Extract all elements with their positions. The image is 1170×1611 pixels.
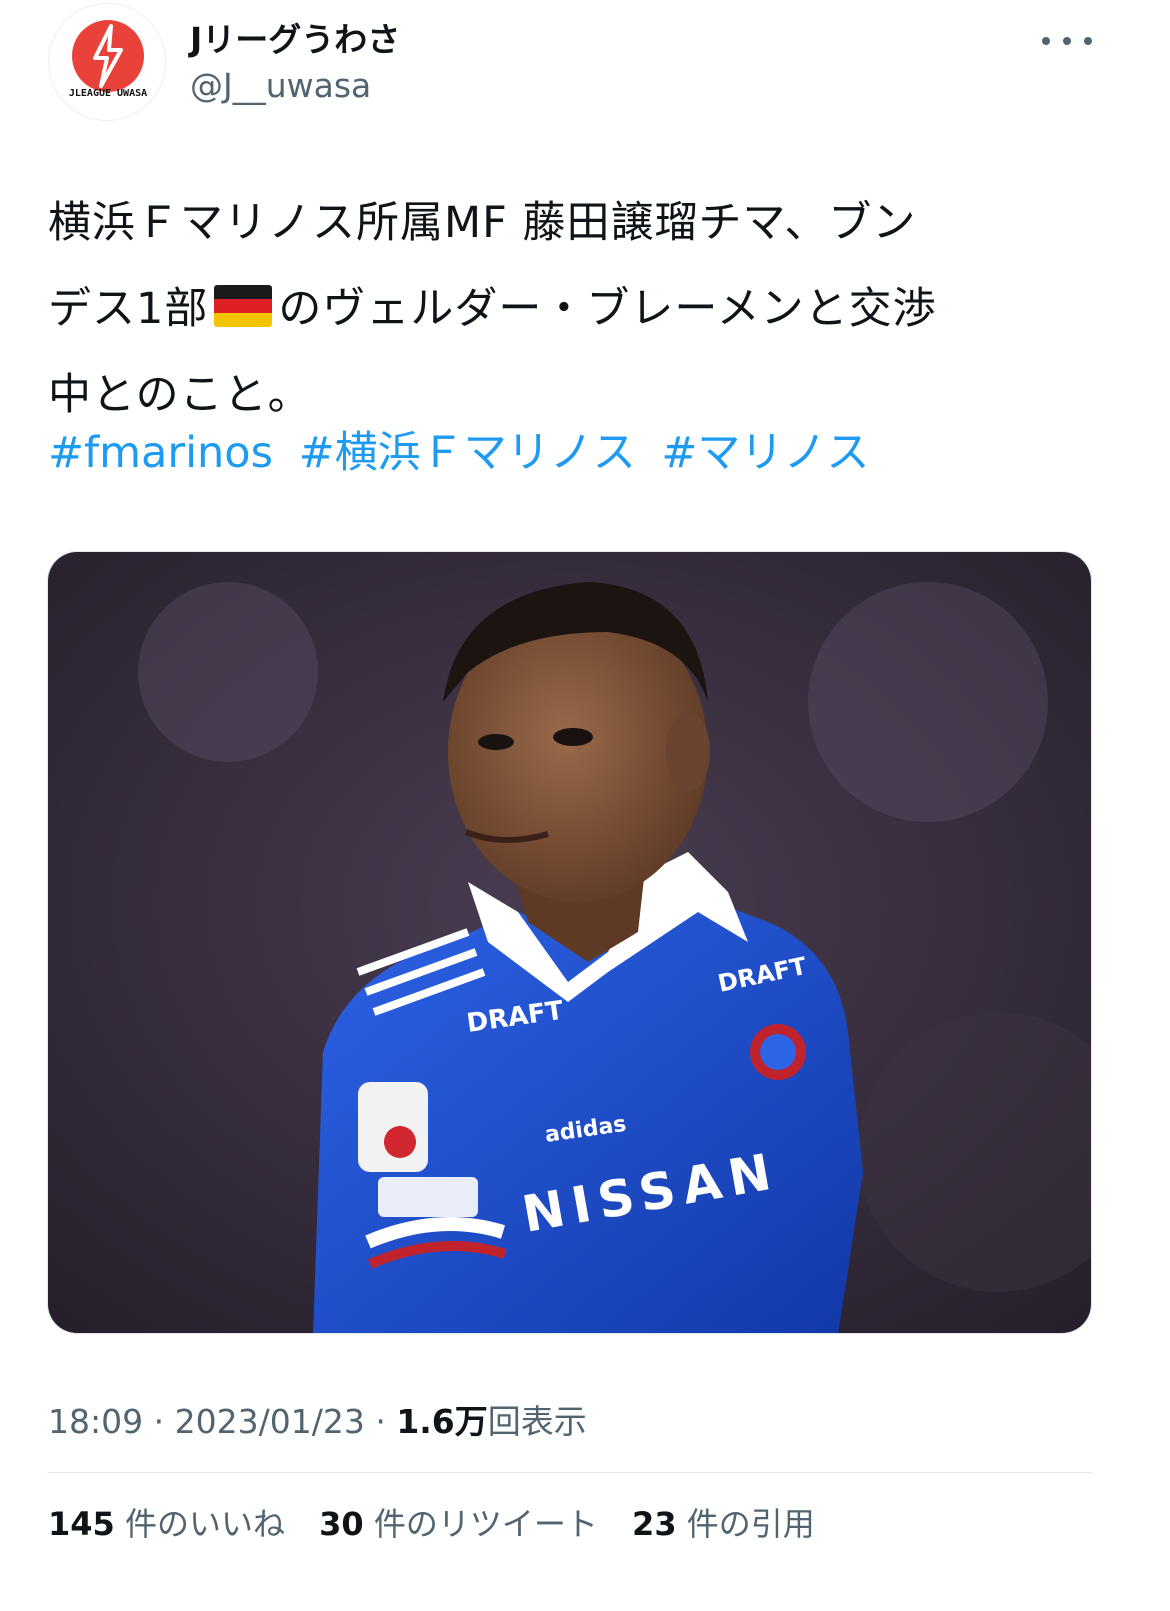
- tweet-date[interactable]: 2023/01/23: [175, 1402, 365, 1441]
- tweet-line-2a: デス1部: [48, 284, 209, 334]
- views-count: 1.6万: [396, 1402, 488, 1441]
- tweet-text: 横浜Ｆマリノス所属MF 藤田譲瑠チマ、ブン デス1部 のヴェルダー・ブレーメンと交…: [48, 180, 1108, 438]
- quotes-count: 23: [632, 1505, 677, 1543]
- display-name[interactable]: Jリーグうわさ: [190, 20, 400, 60]
- hashtag-yokohama-fmarinos[interactable]: #横浜Ｆマリノス: [299, 428, 636, 478]
- likes-count: 145: [48, 1505, 115, 1543]
- stat-retweets[interactable]: 30 件のリツイート: [319, 1505, 598, 1543]
- player-photo: DRAFT DRAFT adidas NISSAN: [48, 552, 1091, 1333]
- tweet-line-1: 横浜Ｆマリノス所属MF 藤田譲瑠チマ、ブン: [48, 198, 917, 248]
- hashtag-marinos[interactable]: #マリノス: [661, 428, 869, 478]
- more-horizontal-icon[interactable]: [1042, 26, 1092, 56]
- likes-label: 件のいいね: [124, 1505, 285, 1543]
- divider: [48, 1472, 1092, 1473]
- tweet-meta: 18:09 · 2023/01/23 · 1.6万回表示: [48, 1400, 587, 1444]
- meta-separator: ·: [375, 1402, 386, 1441]
- views-label: 回表示: [487, 1402, 587, 1441]
- retweets-label: 件のリツイート: [373, 1505, 598, 1543]
- tweet-line-2: デス1部 のヴェルダー・ブレーメンと交渉: [48, 266, 1108, 352]
- avatar[interactable]: JLEAGUE UWASA: [48, 3, 166, 121]
- user-handle[interactable]: @J__uwasa: [190, 66, 371, 106]
- stat-quotes[interactable]: 23 件の引用: [632, 1505, 815, 1543]
- tweet-time[interactable]: 18:09: [48, 1402, 143, 1441]
- tweet-stats: 145 件のいいね 30 件のリツイート 23 件の引用: [48, 1502, 839, 1546]
- quotes-label: 件の引用: [686, 1505, 815, 1543]
- tweet-media-image[interactable]: DRAFT DRAFT adidas NISSAN: [47, 551, 1092, 1334]
- tweet-line-2b: のヴェルダー・ブレーメンと交渉: [278, 284, 937, 334]
- germany-flag-icon: [214, 285, 273, 327]
- meta-separator: ·: [153, 1402, 165, 1441]
- stat-likes[interactable]: 145 件のいいね: [48, 1505, 285, 1543]
- avatar-logo-text: JLEAGUE UWASA: [69, 88, 147, 99]
- retweets-count: 30: [319, 1505, 364, 1543]
- hashtags: #fmarinos #横浜Ｆマリノス #マリノス: [48, 420, 881, 486]
- hashtag-fmarinos[interactable]: #fmarinos: [48, 428, 273, 478]
